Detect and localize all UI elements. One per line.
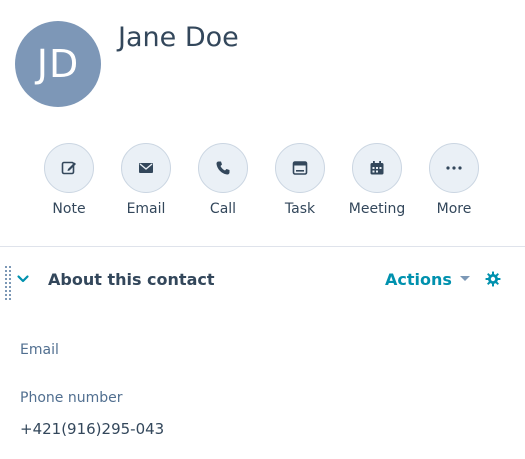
- contact-name[interactable]: Jane Doe: [118, 22, 239, 53]
- note-button-label: Note: [52, 201, 86, 217]
- contact-record-panel: JD Jane Doe Note Email Call Task Meeting…: [0, 0, 525, 459]
- chevron-down-icon[interactable]: [16, 272, 30, 286]
- actions-dropdown[interactable]: Actions: [385, 270, 452, 289]
- divider: [0, 246, 525, 247]
- call-button[interactable]: Call: [198, 143, 248, 217]
- calendar-icon: [370, 161, 384, 175]
- quick-actions-bar: Note Email Call Task Meeting More: [44, 143, 480, 223]
- more-button-label: More: [436, 201, 472, 217]
- more-button[interactable]: More: [429, 143, 479, 217]
- phone-property-label: Phone number: [20, 390, 123, 406]
- email-button-label: Email: [126, 201, 166, 217]
- section-title[interactable]: About this contact: [48, 270, 215, 289]
- email-button[interactable]: Email: [121, 143, 171, 217]
- drag-handle-icon[interactable]: [5, 266, 11, 300]
- email-property-label: Email: [20, 342, 59, 358]
- task-icon: [292, 161, 308, 175]
- more-dots-icon: [446, 166, 462, 170]
- meeting-button-label: Meeting: [348, 201, 406, 217]
- call-button-label: Call: [209, 201, 237, 217]
- note-edit-icon: [61, 161, 76, 175]
- gear-icon[interactable]: [485, 271, 501, 287]
- phone-icon: [216, 161, 230, 175]
- note-button[interactable]: Note: [44, 143, 94, 217]
- phone-property-value[interactable]: +421(916)295-043: [20, 420, 164, 438]
- avatar-initials: JD: [36, 42, 80, 86]
- meeting-button[interactable]: Meeting: [348, 143, 406, 217]
- task-button[interactable]: Task: [275, 143, 325, 217]
- task-button-label: Task: [284, 201, 316, 217]
- envelope-icon: [139, 163, 153, 173]
- avatar[interactable]: JD: [15, 21, 101, 107]
- caret-down-icon[interactable]: [460, 276, 470, 281]
